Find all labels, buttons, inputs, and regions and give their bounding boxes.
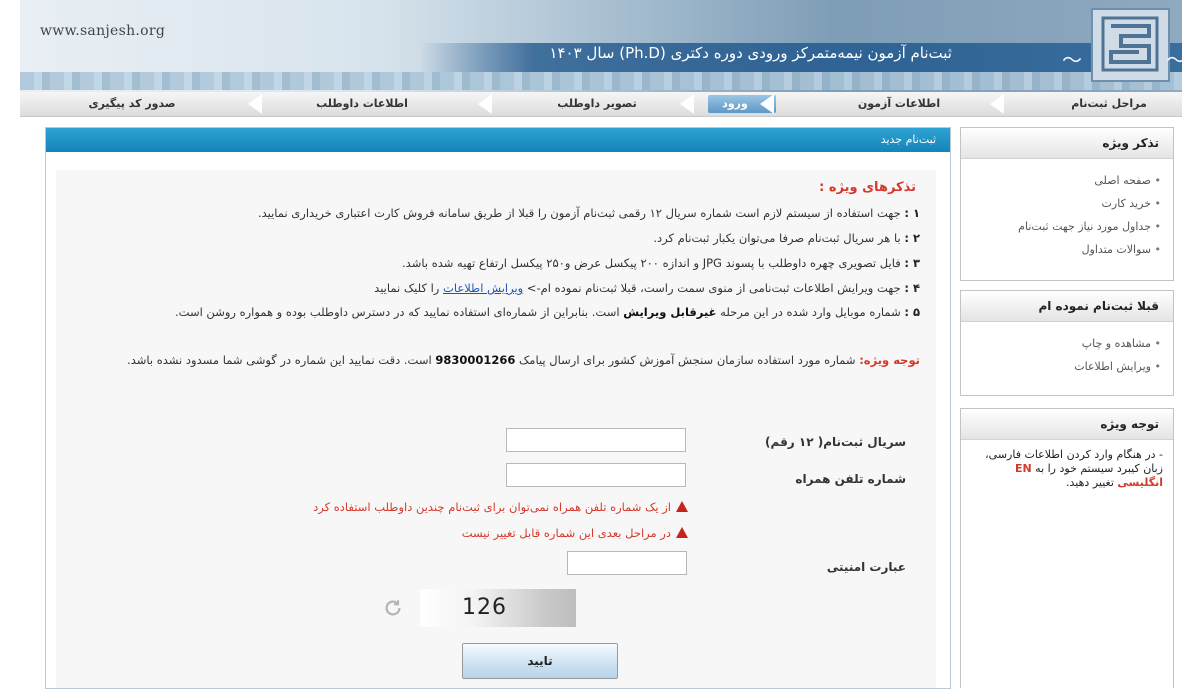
captcha-image: 126	[420, 589, 576, 627]
warning-icon	[676, 527, 688, 538]
warning-shared-phone: از یک شماره تلفن همراه نمی‌توان برای ثبت…	[313, 500, 688, 514]
sidebar-tip-box: توجه ویژه - در هنگام وارد کردن اطلاعات ف…	[960, 408, 1174, 688]
note-4: ۴ : جهت ویرایش اطلاعات ثبت‌نامی از منوی …	[374, 281, 920, 295]
chevron-left-icon	[760, 94, 774, 114]
sidebar-tip-text: - در هنگام وارد کردن اطلاعات فارسی، زبان…	[985, 448, 1163, 489]
captcha-area: 126	[356, 589, 576, 629]
submit-button[interactable]: تایید	[462, 643, 618, 679]
serial-label: سریال ثبت‌نام( ۱۲ رقم)	[765, 435, 906, 449]
phone-label: شماره تلفن همراه	[795, 472, 906, 486]
decorative-ornament-strip	[20, 72, 1182, 90]
registration-panel: ثبت‌نام جدید تذکرهای ویژه : ۱ : جهت استف…	[45, 127, 951, 689]
ornament-swirl-icon: 〜	[1062, 48, 1082, 72]
site-header: www.sanjesh.org ثبت‌نام آزمون نیمه‌متمرک…	[20, 0, 1182, 92]
notes-title: تذکرهای ویژه :	[819, 180, 916, 195]
site-url: www.sanjesh.org	[40, 23, 166, 39]
step-candidate-photo: تصویر داوطلب	[557, 97, 637, 110]
warning-icon	[676, 501, 688, 512]
note-5: ۵ : شماره موبایل وارد شده در این مرحله غ…	[175, 305, 920, 319]
sidebar-item-tables[interactable]: جداول مورد نیاز جهت ثبت‌نام	[969, 215, 1161, 238]
step-login: ورود	[722, 97, 748, 110]
chevron-left-icon	[680, 94, 694, 114]
sidebar-item-faq[interactable]: سوالات متداول	[969, 238, 1161, 261]
chevron-left-icon	[990, 94, 1004, 114]
step-registration: مراحل ثبت‌نام	[1071, 97, 1147, 110]
panel-title: ثبت‌نام جدید	[46, 128, 950, 152]
step-candidate-info: اطلاعات داوطلب	[316, 97, 408, 110]
sanjesh-logo	[1091, 8, 1170, 82]
warning-phone-unchangeable: در مراحل بعدی این شماره قابل تغییر نیست	[462, 526, 688, 540]
page-margin	[0, 0, 20, 687]
note-1: ۱ : جهت استفاده از سیستم لازم است شماره …	[257, 206, 920, 220]
sidebar-item-edit-info[interactable]: ویرایش اطلاعات	[969, 355, 1161, 378]
chevron-left-icon	[478, 94, 492, 114]
edit-info-link[interactable]: ویرایش اطلاعات	[443, 281, 523, 295]
sidebar-item-home[interactable]: صفحه اصلی	[969, 169, 1161, 192]
registration-steps-bar: مراحل ثبت‌نام اطلاعات آزمون ورود تصویر د…	[20, 92, 1182, 117]
security-code-label: عبارت امنیتی	[826, 560, 906, 574]
ornament-swirl-icon: 〜	[1166, 44, 1182, 73]
step-exam-info: اطلاعات آزمون	[857, 97, 941, 110]
sidebar-tip-title: توجه ویژه	[961, 409, 1173, 440]
note-3: ۳ : فایل تصویری چهره داوطلب با پسوند JPG…	[402, 256, 920, 270]
panel-body: تذکرهای ویژه : ۱ : جهت استفاده از سیستم …	[56, 170, 936, 688]
serial-input[interactable]	[506, 428, 686, 452]
note-2: ۲ : با هر سریال ثبت‌نام صرفا می‌توان یکب…	[653, 231, 920, 245]
sidebar-item-view-print[interactable]: مشاهده و چاپ	[969, 332, 1161, 355]
mobile-phone-input[interactable]	[506, 463, 686, 487]
step-tracking-code: صدور کد پیگیری	[88, 97, 176, 110]
chevron-left-icon	[248, 94, 262, 114]
note-special: توجه ویژه: شماره مورد استفاده سازمان سنج…	[127, 353, 920, 367]
sidebar-registered-title: قبلا ثبت‌نام نموده ام	[961, 291, 1173, 322]
sidebar-reminder-box: تذکر ویژه صفحه اصلی خرید کارت جداول مورد…	[960, 127, 1174, 281]
refresh-icon[interactable]	[382, 597, 404, 619]
sidebar-registered-box: قبلا ثبت‌نام نموده ام مشاهده و چاپ ویرای…	[960, 290, 1174, 396]
security-code-input[interactable]	[567, 551, 687, 575]
sidebar-reminder-title: تذکر ویژه	[961, 128, 1173, 159]
page-header-title: ثبت‌نام آزمون نیمه‌متمرکز ورودی دوره دکت…	[549, 44, 952, 62]
sidebar-item-buy-card[interactable]: خرید کارت	[969, 192, 1161, 215]
